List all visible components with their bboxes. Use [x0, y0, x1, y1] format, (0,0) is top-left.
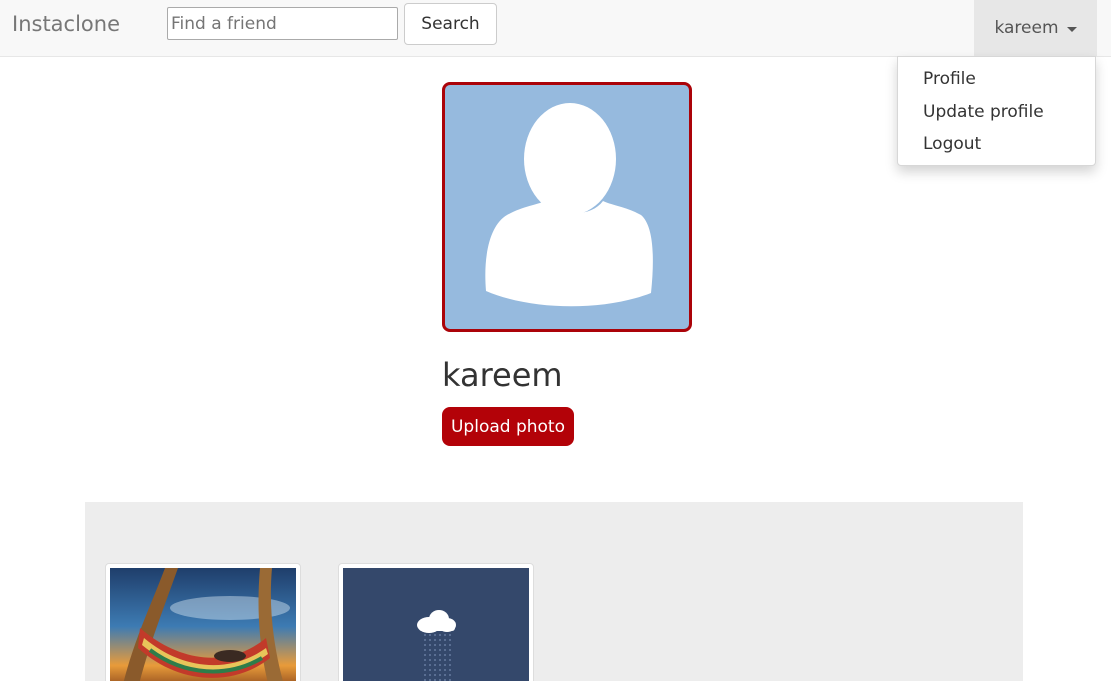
search-button[interactable]: Search — [404, 3, 497, 45]
hammock-photo — [110, 568, 296, 681]
rain-cloud-image — [343, 568, 529, 681]
photo-gallery — [85, 502, 1023, 681]
navbar: Instaclone Search kareem — [0, 0, 1111, 57]
user-silhouette-icon — [485, 103, 653, 307]
user-menu-label: kareem — [994, 18, 1059, 38]
user-menu-toggle[interactable]: kareem — [974, 0, 1097, 56]
caret-down-icon — [1066, 26, 1077, 32]
user-dropdown-menu: Profile Update profile Logout — [897, 56, 1096, 166]
gallery-photo[interactable] — [105, 563, 301, 681]
menu-item-profile[interactable]: Profile — [923, 68, 976, 90]
search-input[interactable] — [167, 7, 398, 40]
menu-item-update-profile[interactable]: Update profile — [923, 101, 1044, 123]
upload-photo-button[interactable]: Upload photo — [442, 407, 574, 446]
profile-avatar — [442, 82, 692, 332]
search-button-label: Search — [421, 14, 480, 34]
profile-username: kareem — [442, 356, 563, 394]
brand-logo[interactable]: Instaclone — [12, 11, 120, 37]
upload-photo-label: Upload photo — [450, 416, 565, 437]
menu-item-logout[interactable]: Logout — [923, 133, 981, 155]
gallery-photo[interactable] — [338, 563, 534, 681]
